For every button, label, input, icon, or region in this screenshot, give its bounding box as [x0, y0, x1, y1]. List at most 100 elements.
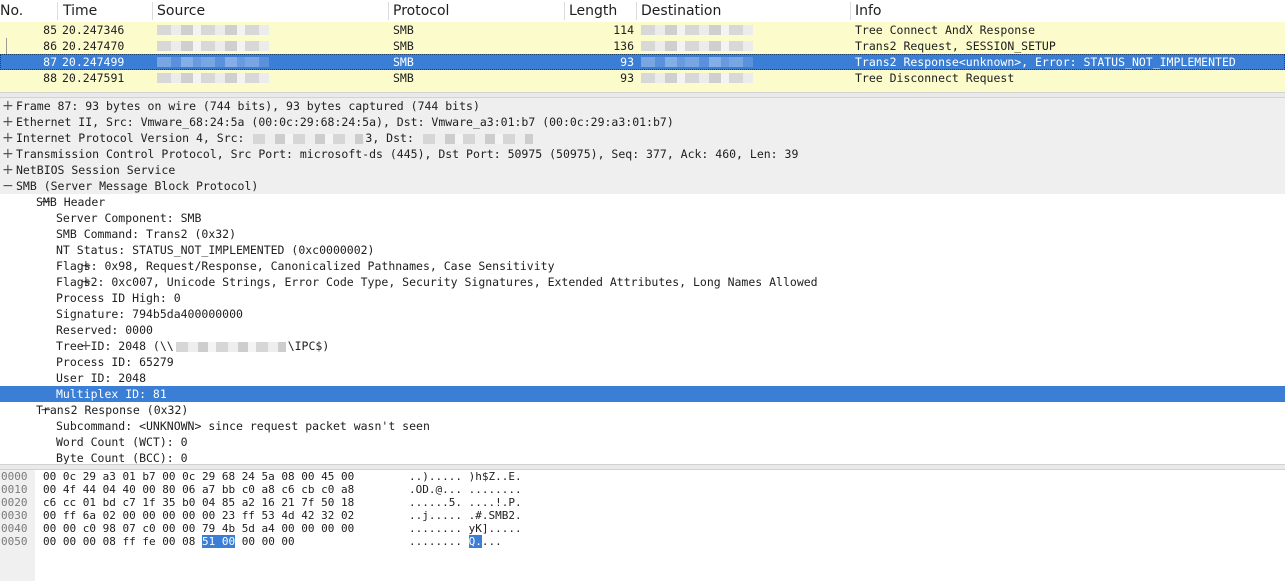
col-header-source[interactable]: Source [157, 3, 205, 19]
col-header-length[interactable]: Length [569, 3, 617, 19]
ascii-group: ....!.P. [468, 496, 522, 509]
ascii-bytes[interactable]: .OD.@... ........ [409, 483, 522, 496]
detail-text: Tree ID: 2048 (\\ \IPC$) [56, 338, 329, 354]
packet-length: 114 [613, 23, 634, 37]
bytes-row[interactable]: 0040 00 00 c0 98 07 c0 00 00 79 4b 5d a4 … [0, 522, 1285, 535]
redacted-destination [641, 25, 753, 35]
detail-text: Subcommand: <UNKNOWN> since request pack… [56, 419, 430, 433]
hex-bytes[interactable]: 00 4f 44 04 40 00 80 06 a7 bb c0 a8 c6 c… [43, 483, 354, 496]
packet-bytes-pane[interactable]: 0000 00 0c 29 a3 01 b7 00 0c 29 68 24 5a … [0, 470, 1285, 581]
detail-row[interactable]: NT Status: STATUS_NOT_IMPLEMENTED (0xc00… [0, 242, 1285, 258]
detail-row[interactable]: − Trans2 Response (0x32) [0, 402, 1285, 418]
expand-icon[interactable]: + [2, 130, 14, 146]
detail-row[interactable]: User ID: 2048 [0, 370, 1285, 386]
col-separator[interactable] [850, 2, 851, 20]
expand-icon[interactable]: + [2, 98, 14, 114]
detail-row[interactable]: + Ethernet II, Src: Vmware_68:24:5a (00:0… [0, 114, 1285, 130]
detail-text: Process ID: 65279 [56, 355, 174, 369]
detail-row[interactable]: Process ID High: 0 [0, 290, 1285, 306]
ascii-bytes[interactable]: ........ Q.... [409, 535, 502, 548]
bytes-row[interactable]: 0010 00 4f 44 04 40 00 80 06 a7 bb c0 a8 … [0, 483, 1285, 496]
packet-row[interactable]: 88 20.247591 SMB 93 Tree Disconnect Requ… [0, 70, 1285, 86]
col-separator[interactable] [152, 2, 153, 20]
redacted-ip [422, 133, 533, 144]
packet-protocol: SMB [393, 39, 414, 53]
bytes-row[interactable]: 0030 00 ff 6a 02 00 00 00 00 00 23 ff 53 … [0, 509, 1285, 522]
hex-group: 79 4b 5d a4 00 00 00 00 [201, 522, 355, 535]
detail-row[interactable]: Subcommand: <UNKNOWN> since request pack… [0, 418, 1285, 434]
detail-row[interactable]: Word Count (WCT): 0 [0, 434, 1285, 450]
ascii-group: ........ [468, 483, 522, 496]
packet-row[interactable]: 86 20.247470 SMB 136 Trans2 Request, SES… [0, 38, 1285, 54]
detail-row[interactable]: + Transmission Control Protocol, Src Port… [0, 146, 1285, 162]
detail-row[interactable]: − SMB Header [0, 194, 1285, 210]
ascii-bytes[interactable]: ..)..... )h$Z..E. [409, 470, 522, 483]
packet-row[interactable]: 85 20.247346 SMB 114 Tree Connect AndX R… [0, 22, 1285, 38]
redacted-source [157, 25, 269, 35]
packet-list-pane[interactable]: No. Time Source Protocol Length Destinat… [0, 0, 1285, 92]
hex-bytes[interactable]: 00 00 00 08 ff fe 00 08 51 00 00 00 00 [43, 535, 295, 548]
packet-time: 20.247470 [62, 39, 125, 53]
detail-row[interactable]: Server Component: SMB [0, 210, 1285, 226]
packet-info: Trans2 Response<unknown>, Error: STATUS_… [855, 55, 1236, 69]
expand-icon[interactable]: + [2, 162, 14, 178]
packet-length: 93 [620, 55, 634, 69]
detail-row-selected[interactable]: Multiplex ID: 81 [0, 386, 1285, 402]
byte-offset: 0040 [1, 522, 28, 535]
detail-row[interactable]: + NetBIOS Session Service [0, 162, 1285, 178]
hex-bytes[interactable]: 00 0c 29 a3 01 b7 00 0c 29 68 24 5a 08 0… [43, 470, 354, 483]
detail-text: SMB Header [36, 195, 106, 209]
packet-no: 88 [43, 71, 57, 85]
col-separator[interactable] [388, 2, 389, 20]
detail-row[interactable]: Signature: 794b5da400000000 [0, 306, 1285, 322]
detail-text: Frame 87: 93 bytes on wire (744 bits), 9… [16, 99, 480, 113]
detail-row[interactable]: Reserved: 0000 [0, 322, 1285, 338]
col-separator[interactable] [636, 2, 637, 20]
detail-row[interactable]: Process ID: 65279 [0, 354, 1285, 370]
col-header-destination[interactable]: Destination [641, 3, 721, 19]
col-header-protocol[interactable]: Protocol [393, 3, 449, 19]
col-header-no[interactable]: No. [0, 3, 23, 19]
redacted-source [157, 73, 269, 83]
hex-bytes[interactable]: c6 cc 01 bd c7 1f 35 b0 04 85 a2 16 21 7… [43, 496, 354, 509]
detail-row[interactable]: + Tree ID: 2048 (\\ \IPC$) [0, 338, 1285, 354]
ascii-group: .OD.@... [409, 483, 462, 496]
col-header-time[interactable]: Time [63, 3, 97, 19]
detail-row[interactable]: + Flags: 0x98, Request/Response, Canonica… [0, 258, 1285, 274]
bytes-row[interactable]: 0050 00 00 00 08 ff fe 00 08 51 00 00 00 … [0, 535, 1285, 548]
detail-text: Reserved: 0000 [56, 323, 153, 337]
bytes-row[interactable]: 0000 00 0c 29 a3 01 b7 00 0c 29 68 24 5a … [0, 470, 1285, 483]
ascii-bytes[interactable]: ..j..... .#.SMB2. [409, 509, 522, 522]
hex-group: a7 bb c0 a8 c6 cb c0 a8 [201, 483, 355, 496]
detail-row[interactable]: Byte Count (BCC): 0 [0, 450, 1285, 464]
ascii-group: ........ [409, 522, 462, 535]
expand-icon[interactable]: + [2, 114, 14, 130]
bytes-row[interactable]: 0020 c6 cc 01 bd c7 1f 35 b0 04 85 a2 16 … [0, 496, 1285, 509]
byte-offset: 0010 [1, 483, 28, 496]
detail-row[interactable]: − SMB (Server Message Block Protocol) [0, 178, 1285, 194]
ascii-group: ..j..... [409, 509, 462, 522]
detail-row[interactable]: + Frame 87: 93 bytes on wire (744 bits), … [0, 98, 1285, 114]
detail-text: Multiplex ID: 81 [56, 387, 167, 401]
hex-bytes[interactable]: 00 ff 6a 02 00 00 00 00 00 23 ff 53 4d 4… [43, 509, 354, 522]
ascii-group: ........ [409, 535, 462, 548]
expand-icon[interactable]: + [2, 146, 14, 162]
hex-bytes[interactable]: 00 00 c0 98 07 c0 00 00 79 4b 5d a4 00 0… [43, 522, 354, 535]
detail-row[interactable]: SMB Command: Trans2 (0x32) [0, 226, 1285, 242]
ascii-group: .#.SMB2. [468, 509, 522, 522]
packet-row-selected[interactable]: 87 20.247499 SMB 93 Trans2 Response<unkn… [0, 54, 1285, 70]
packet-details-pane[interactable]: + Frame 87: 93 bytes on wire (744 bits), … [0, 98, 1285, 464]
collapse-icon[interactable]: − [2, 178, 14, 194]
byte-offset: 0030 [1, 509, 28, 522]
detail-text: Signature: 794b5da400000000 [56, 307, 243, 321]
col-separator[interactable] [564, 2, 565, 20]
detail-row[interactable]: + Flags2: 0xc007, Unicode Strings, Error … [0, 274, 1285, 290]
col-separator[interactable] [57, 2, 58, 20]
detail-row[interactable]: + Internet Protocol Version 4, Src: 3, Ds… [0, 130, 1285, 146]
col-header-info[interactable]: Info [855, 3, 882, 19]
detail-text: SMB Command: Trans2 (0x32) [56, 227, 237, 241]
redacted-destination [641, 57, 753, 67]
redacted-host [175, 341, 286, 352]
ascii-bytes[interactable]: ......5. ....!.P. [409, 496, 522, 509]
ascii-bytes[interactable]: ........ yK]..... [409, 522, 522, 535]
